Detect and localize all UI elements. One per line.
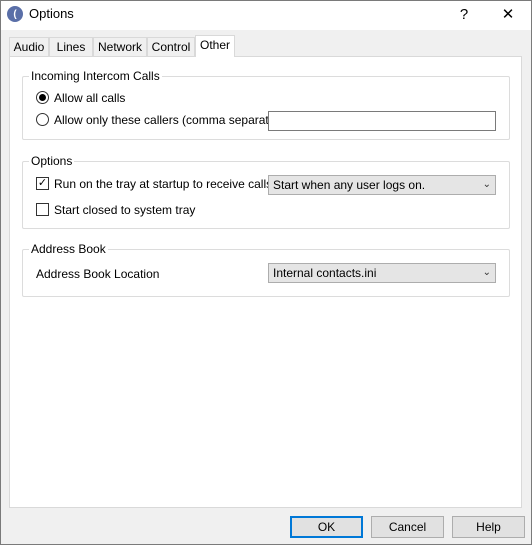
allow-all-radio[interactable] xyxy=(36,91,49,104)
tab-lines[interactable]: Lines xyxy=(49,37,93,57)
tab-control[interactable]: Control xyxy=(147,37,195,57)
chevron-down-icon: ⌄ xyxy=(482,267,491,278)
start-closed-label[interactable]: Start closed to system tray xyxy=(54,203,195,217)
chevron-down-icon: ⌄ xyxy=(482,179,491,190)
address-book-title: Address Book xyxy=(29,242,108,256)
ok-button[interactable]: OK xyxy=(290,516,363,538)
title-bar: ( Options ? ✕ xyxy=(1,1,531,30)
allow-some-label[interactable]: Allow only these callers (comma separate… xyxy=(54,113,286,127)
allow-some-radio[interactable] xyxy=(36,113,49,126)
app-icon: ( xyxy=(7,6,23,22)
run-tray-label[interactable]: Run on the tray at startup to receive ca… xyxy=(54,177,272,191)
tab-audio[interactable]: Audio xyxy=(9,37,49,57)
tab-panel-other: Incoming Intercom Calls Allow all calls … xyxy=(9,56,522,508)
incoming-calls-group: Incoming Intercom Calls Allow all calls … xyxy=(22,69,510,140)
options-group: Options ✓ Run on the tray at startup to … xyxy=(22,154,510,229)
incoming-calls-title: Incoming Intercom Calls xyxy=(29,69,162,83)
tab-other[interactable]: Other xyxy=(195,35,235,57)
help-button[interactable]: Help xyxy=(452,516,525,538)
checkmark-icon: ✓ xyxy=(37,177,48,189)
address-book-group: Address Book Address Book Location Inter… xyxy=(22,242,510,297)
close-button[interactable]: ✕ xyxy=(493,3,523,27)
tab-network[interactable]: Network xyxy=(93,37,147,57)
options-title: Options xyxy=(29,154,75,168)
startup-mode-value: Start when any user logs on. xyxy=(273,178,426,192)
help-title-button[interactable]: ? xyxy=(451,3,477,27)
options-window: ( Options ? ✕ Audio Lines Network Contro… xyxy=(0,0,532,545)
address-book-location-label: Address Book Location xyxy=(36,267,160,281)
allow-all-label[interactable]: Allow all calls xyxy=(54,91,125,105)
address-book-location-value: Internal contacts.ini xyxy=(273,266,377,280)
address-book-location-select[interactable]: Internal contacts.ini ⌄ xyxy=(268,263,496,283)
callers-input[interactable] xyxy=(268,111,496,131)
run-tray-checkbox[interactable]: ✓ xyxy=(36,177,49,190)
cancel-button[interactable]: Cancel xyxy=(371,516,444,538)
startup-mode-select[interactable]: Start when any user logs on. ⌄ xyxy=(268,175,496,195)
window-title: Options xyxy=(29,6,74,21)
start-closed-checkbox[interactable] xyxy=(36,203,49,216)
